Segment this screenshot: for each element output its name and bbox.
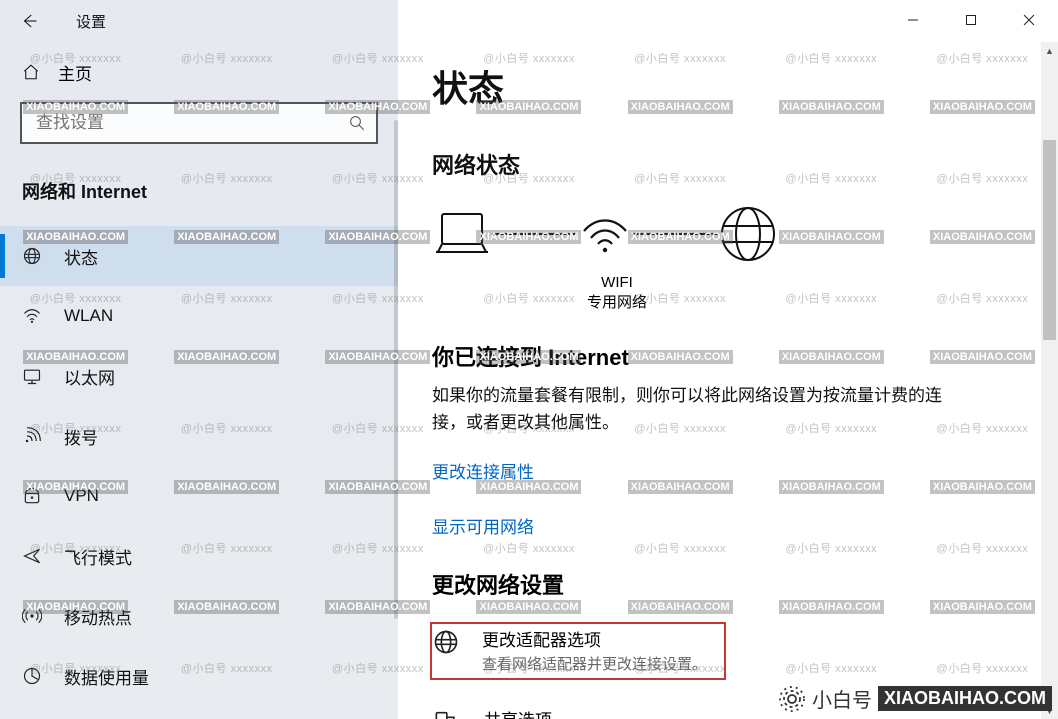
scrollbar[interactable]: ▲ ▼ [1041,42,1058,719]
globe-icon [718,204,778,264]
sidebar-item-airplane[interactable]: 飞行模式 [0,526,398,586]
network-name: WIFI [432,274,802,291]
app-title: 设置 [76,11,106,32]
home-icon [22,63,40,81]
scroll-thumb[interactable] [1043,140,1056,340]
connected-title: 你已连接到 Internet [432,340,1058,372]
section-network-status: 网络状态 [432,148,1058,180]
sidebar-item-label: 状态 [64,244,98,269]
category-title: 网络和 Internet [0,162,398,226]
scroll-up-icon[interactable]: ▲ [1041,42,1058,59]
sidebar-item-hotspot-icon [22,606,42,626]
home-row[interactable]: 主页 [0,42,398,102]
minimize-button[interactable] [884,0,942,40]
brand-en: XIAOBAIHAO.COM [878,686,1052,711]
option-sharing-icon [434,706,462,719]
home-label: 主页 [58,60,92,85]
sidebar-item-label: VPN [64,486,99,506]
laptop-icon [432,208,492,260]
link-show-available[interactable]: 显示可用网络 [432,513,1058,538]
sidebar-item-label: 以太网 [64,364,115,389]
brand-cn: 小白号 [812,684,872,713]
search-input[interactable] [36,113,348,133]
sidebar: 设置 主页 网络和 Internet 状态 WLAN 以太网拨号 VPN 飞行模式移动热… [0,0,398,719]
sidebar-item-dialup[interactable]: 拨号 [0,406,398,466]
sidebar-item-label: 飞行模式 [64,544,132,569]
change-settings-title: 更改网络设置 [432,568,1058,600]
search-icon [348,114,366,132]
sidebar-item-label: 移动热点 [64,604,132,629]
search-input-wrap[interactable] [20,102,378,144]
maximize-button[interactable] [942,0,1000,40]
wifi-icon [578,211,632,257]
sidebar-item-datausage-icon [22,666,42,686]
option-adapter[interactable]: 更改适配器选项查看网络适配器并更改连接设置。 [430,622,726,680]
bottom-brand: 小白号 XIAOBAIHAO.COM [778,684,1052,713]
sidebar-item-hotspot[interactable]: 移动热点 [0,586,398,646]
sidebar-item-wlan[interactable]: WLAN [0,286,398,346]
content: ▲ ▼ 状态 网络状态 WIFI 专用网络 [398,0,1058,719]
sidebar-item-vpn[interactable]: VPN [0,466,398,526]
sidebar-item-status[interactable]: 状态 [0,226,398,286]
link-change-props[interactable]: 更改连接属性 [432,458,1058,483]
sidebar-item-label: 数据使用量 [64,664,149,689]
sidebar-item-wlan-icon [22,306,42,326]
option-desc: 查看网络适配器并更改连接设置。 [482,653,707,674]
sidebar-item-ethernet-icon [22,366,42,386]
sidebar-item-label: 拨号 [64,424,98,449]
network-diagram [432,204,1058,264]
sidebar-item-datausage[interactable]: 数据使用量 [0,646,398,706]
sidebar-item-label: WLAN [64,306,113,326]
sidebar-item-airplane-icon [22,546,42,566]
page-title: 状态 [432,60,1058,112]
back-button[interactable] [8,0,50,42]
sidebar-item-dialup-icon [22,426,42,446]
option-title: 共享选项 [484,706,739,719]
option-adapter-icon [432,626,460,656]
connected-desc: 如果你的流量套餐有限制，则你可以将此网络设置为按流量计费的连接，或者更改其他属性… [432,382,952,436]
sidebar-item-status-icon [22,246,42,266]
sidebar-item-vpn-icon [22,486,42,506]
titlebar: 设置 [0,0,398,42]
sidebar-item-ethernet[interactable]: 以太网 [0,346,398,406]
close-button[interactable] [1000,0,1058,40]
brand-icon [778,685,806,713]
option-title: 更改适配器选项 [482,626,707,651]
network-type: 专用网络 [432,291,802,312]
